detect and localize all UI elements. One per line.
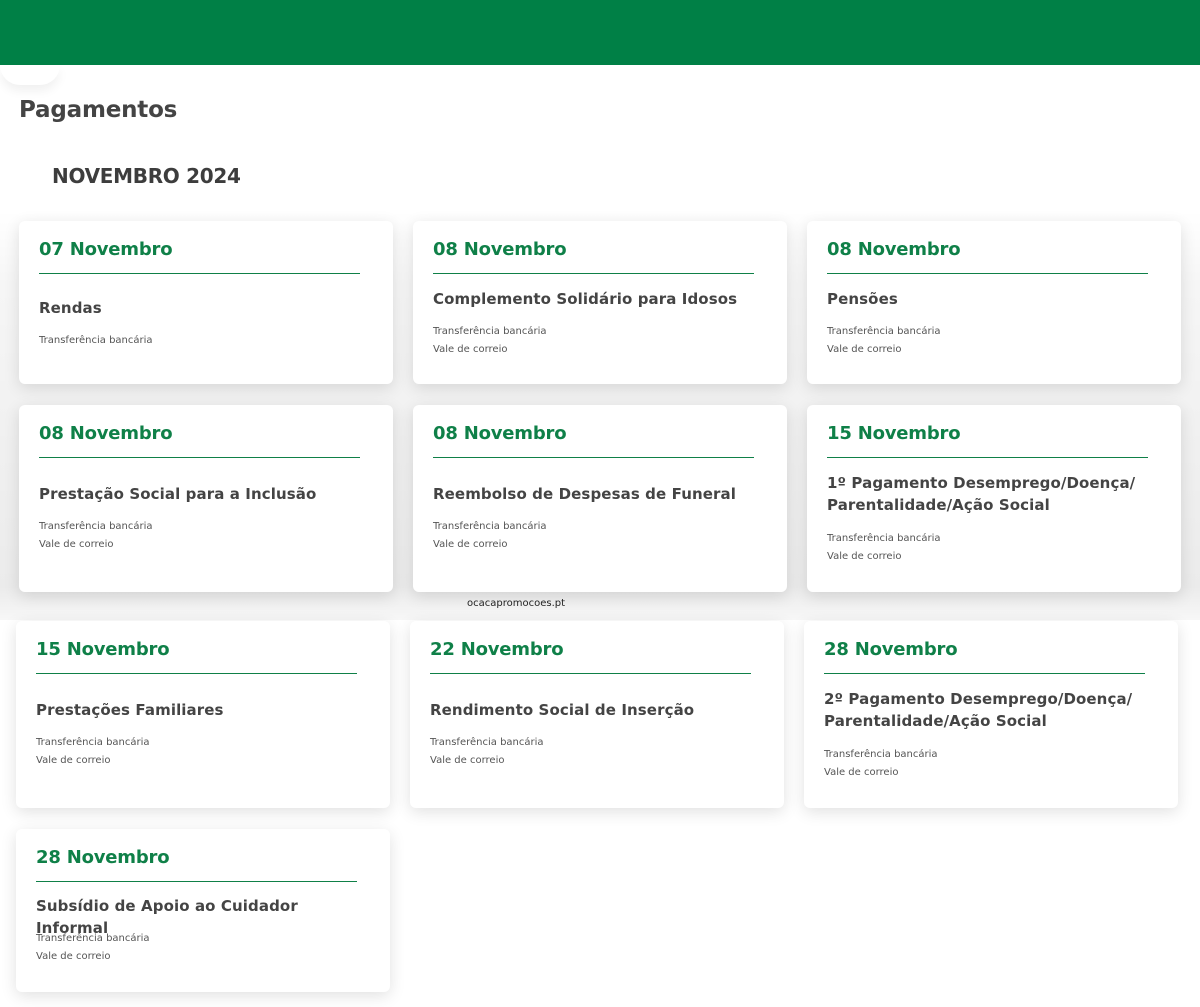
benefit-name: Complemento Solidário para Idosos	[433, 290, 738, 308]
payment-method: Vale de correio	[824, 767, 899, 778]
payment-method: Vale de correio	[433, 344, 508, 355]
header-tab-shadow	[0, 65, 60, 85]
payment-card: 28 Novembro 2º Pagamento Desemprego/Doen…	[804, 621, 1178, 808]
payment-method: Vale de correio	[39, 539, 114, 550]
payment-date: 22 Novembro	[430, 639, 564, 660]
divider	[36, 673, 357, 674]
payment-date: 08 Novembro	[39, 423, 173, 444]
payment-method: Transferência bancária	[36, 933, 150, 944]
payment-method: Transferência bancária	[39, 335, 153, 346]
payment-method: Vale de correio	[827, 551, 902, 562]
benefit-name: Pensões	[827, 290, 898, 308]
divider	[824, 673, 1145, 674]
divider	[827, 457, 1148, 458]
payment-method: Transferência bancária	[36, 737, 150, 748]
divider	[433, 273, 754, 274]
payment-date: 08 Novembro	[433, 423, 567, 444]
benefit-name: Rendas	[39, 299, 102, 317]
payment-method: Vale de correio	[827, 344, 902, 355]
payment-date: 15 Novembro	[36, 639, 170, 660]
payment-method: Vale de correio	[430, 755, 505, 766]
payment-method: Transferência bancária	[827, 326, 941, 337]
payment-card: 08 Novembro Pensões Transferência bancár…	[807, 221, 1181, 384]
page-title: Pagamentos	[19, 97, 178, 123]
payment-date: 15 Novembro	[827, 423, 961, 444]
divider	[39, 457, 360, 458]
payment-method: Transferência bancária	[827, 533, 941, 544]
payment-date: 07 Novembro	[39, 239, 173, 260]
benefit-name: 1º Pagamento Desemprego/Doença/ Parental…	[827, 474, 1136, 514]
divider	[36, 881, 357, 882]
watermark-text: ocacapromocoes.pt	[467, 598, 566, 609]
payment-method: Transferência bancária	[39, 521, 153, 532]
payment-date: 08 Novembro	[433, 239, 567, 260]
month-heading: NOVEMBRO 2024	[52, 164, 241, 188]
payment-method: Vale de correio	[433, 539, 508, 550]
payment-card: 15 Novembro 1º Pagamento Desemprego/Doen…	[807, 405, 1181, 592]
payment-method: Transferência bancária	[824, 749, 938, 760]
divider	[433, 457, 754, 458]
payment-method: Transferência bancária	[433, 326, 547, 337]
top-header-bar	[0, 0, 1200, 65]
payment-date: 28 Novembro	[824, 639, 958, 660]
divider	[39, 273, 360, 274]
benefit-name: 2º Pagamento Desemprego/Doença/ Parental…	[824, 690, 1133, 730]
payment-method: Transferência bancária	[430, 737, 544, 748]
benefit-name: Reembolso de Despesas de Funeral	[433, 485, 736, 503]
payment-card: 28 Novembro Subsídio de Apoio ao Cuidado…	[16, 829, 390, 992]
payment-card: 08 Novembro Prestação Social para a Incl…	[19, 405, 393, 592]
payment-method: Transferência bancária	[433, 521, 547, 532]
payment-card: 07 Novembro Rendas Transferência bancári…	[19, 221, 393, 384]
benefit-name: Prestação Social para a Inclusão	[39, 485, 317, 503]
payment-card: 15 Novembro Prestações Familiares Transf…	[16, 621, 390, 808]
divider	[827, 273, 1148, 274]
benefit-name: Rendimento Social de Inserção	[430, 701, 695, 719]
payment-card: 22 Novembro Rendimento Social de Inserçã…	[410, 621, 784, 808]
payment-date: 28 Novembro	[36, 847, 170, 868]
divider	[430, 673, 751, 674]
payment-method: Vale de correio	[36, 951, 111, 962]
payment-card: 08 Novembro Complemento Solidário para I…	[413, 221, 787, 384]
payment-date: 08 Novembro	[827, 239, 961, 260]
payment-method: Vale de correio	[36, 755, 111, 766]
benefit-name: Prestações Familiares	[36, 701, 224, 719]
payment-card: 08 Novembro Reembolso de Despesas de Fun…	[413, 405, 787, 592]
